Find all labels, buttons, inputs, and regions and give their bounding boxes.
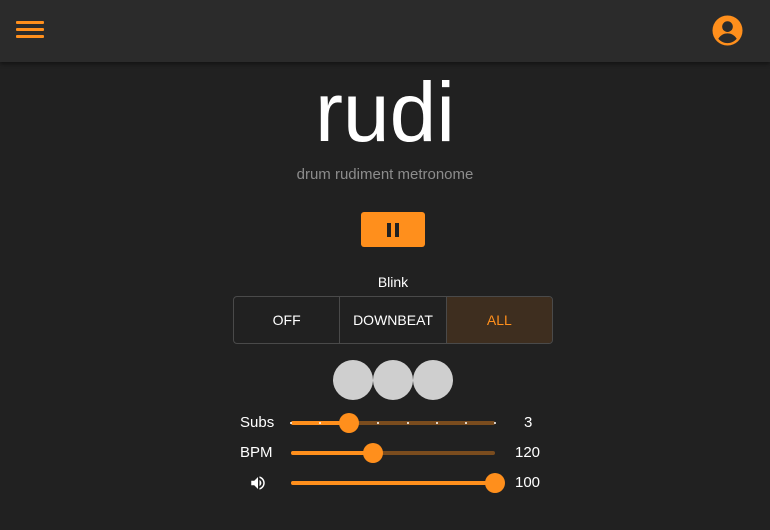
bpm-slider[interactable] <box>291 443 495 463</box>
volume-slider-thumb[interactable] <box>485 473 505 493</box>
app-subtitle: drum rudiment metronome <box>296 166 474 183</box>
volume-value: 100 <box>515 474 541 491</box>
slider-fill <box>291 481 495 485</box>
subs-slider[interactable] <box>290 413 496 433</box>
blink-downbeat-toggle[interactable]: DOWNBEAT <box>340 297 447 343</box>
subs-value: 3 <box>524 414 533 431</box>
app-title: rudi <box>314 65 456 159</box>
slider-tick <box>494 422 496 424</box>
pause-icon <box>395 223 399 237</box>
slider-tick <box>377 422 380 424</box>
pause-icon <box>387 223 391 237</box>
volume-up-icon[interactable] <box>248 474 268 492</box>
slider-tick <box>435 422 438 424</box>
blink-all-toggle[interactable]: ALL <box>446 297 552 343</box>
beat-indicator <box>333 360 373 400</box>
slider-tick <box>290 422 292 424</box>
slider-tick <box>406 422 409 424</box>
slider-fill <box>291 451 373 455</box>
pause-button[interactable] <box>361 212 425 247</box>
menu-line <box>16 21 44 24</box>
slider-tick <box>464 422 467 424</box>
slider-tick <box>319 422 322 424</box>
blink-label: Blink <box>377 274 409 290</box>
menu-line <box>16 28 44 31</box>
blink-toggle-group: OFF DOWNBEAT ALL <box>233 296 553 344</box>
bpm-label: BPM <box>240 444 273 461</box>
subs-label: Subs <box>240 414 275 431</box>
bpm-slider-thumb[interactable] <box>362 443 383 463</box>
subs-slider-thumb[interactable] <box>339 413 360 433</box>
beat-indicator <box>373 360 413 400</box>
app-bar <box>0 0 770 62</box>
beat-indicator <box>413 360 453 400</box>
hamburger-menu-icon[interactable] <box>16 18 44 42</box>
volume-slider[interactable] <box>291 473 505 493</box>
blink-off-toggle[interactable]: OFF <box>234 297 341 343</box>
menu-line <box>16 35 44 38</box>
bpm-value: 120 <box>515 444 541 461</box>
account-circle-icon[interactable] <box>712 15 743 46</box>
